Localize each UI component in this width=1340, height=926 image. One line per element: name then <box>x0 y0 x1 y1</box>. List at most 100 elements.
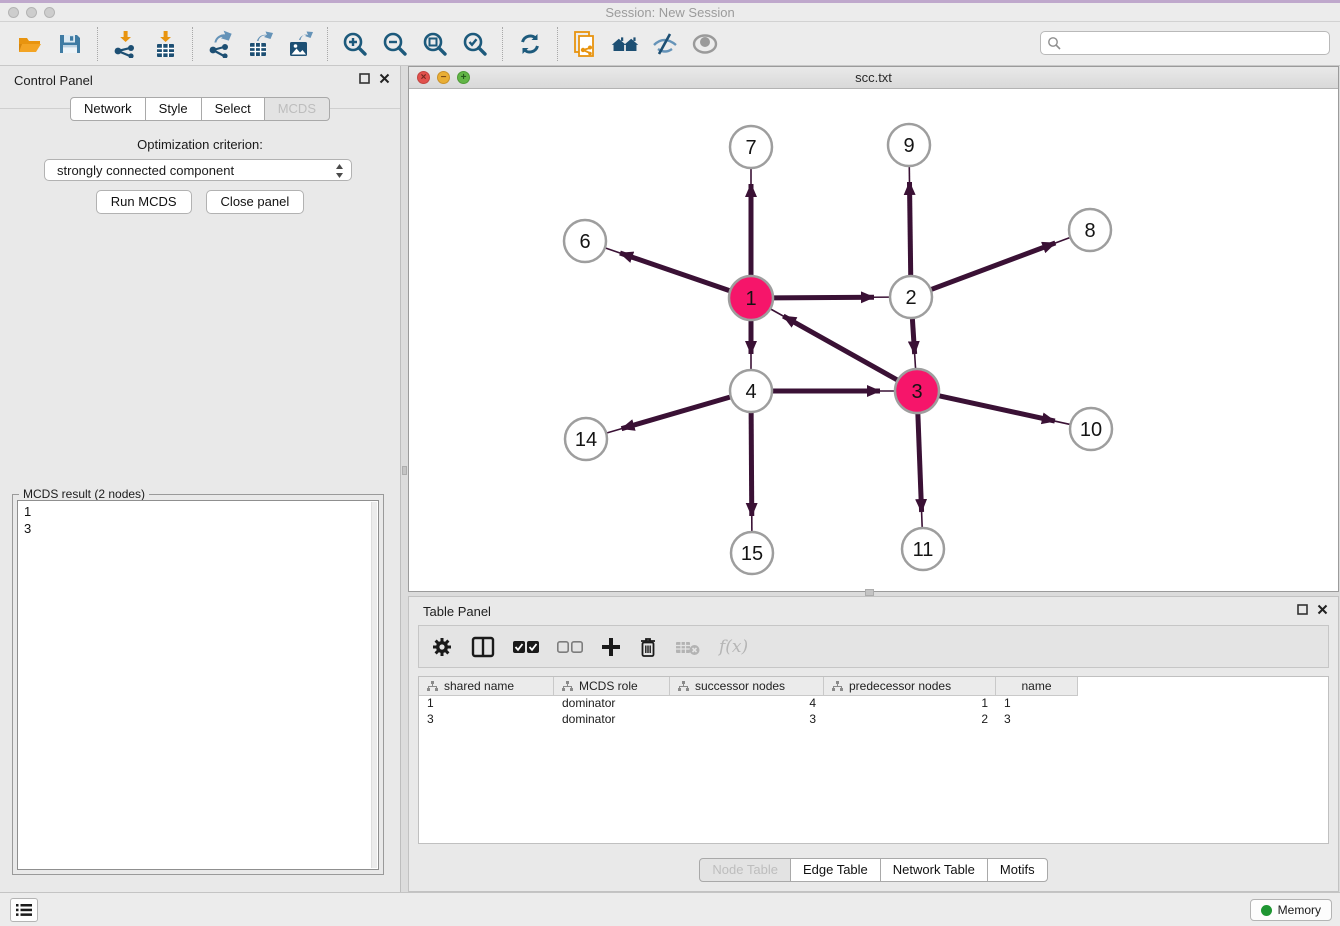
memory-button[interactable]: Memory <box>1250 899 1332 921</box>
graph-edge-2-3[interactable] <box>912 319 914 354</box>
new-network-from-file-icon[interactable] <box>570 29 600 59</box>
export-network-icon[interactable] <box>205 29 235 59</box>
tab-select[interactable]: Select <box>201 97 265 121</box>
table-cell[interactable]: 1 <box>824 696 996 712</box>
table-cell[interactable]: 4 <box>670 696 824 712</box>
tab-style[interactable]: Style <box>145 97 202 121</box>
delete-table-disabled-icon <box>675 638 701 656</box>
zoom-fit-icon[interactable] <box>420 29 450 59</box>
graph-edge-1-6[interactable] <box>620 253 730 291</box>
tab-motifs[interactable]: Motifs <box>987 858 1048 882</box>
splitter-handle[interactable] <box>402 466 407 475</box>
result-line: 3 <box>24 520 372 537</box>
list-icon <box>16 903 32 917</box>
refresh-view-icon[interactable] <box>515 29 545 59</box>
memory-status-icon <box>1261 905 1272 916</box>
table-row[interactable]: 3dominator323 <box>419 712 1328 728</box>
zoom-out-icon[interactable] <box>380 29 410 59</box>
column-tree-icon <box>427 681 438 692</box>
import-network-icon[interactable] <box>110 29 140 59</box>
add-column-icon[interactable] <box>601 637 621 657</box>
table-cell[interactable]: 2 <box>824 712 996 728</box>
table-cell[interactable]: 1 <box>996 696 1078 712</box>
column-header-MCDS-role[interactable]: MCDS role <box>554 677 670 696</box>
hide-panels-icon[interactable] <box>650 29 680 59</box>
zoom-selected-icon[interactable] <box>460 29 490 59</box>
column-header-label: MCDS role <box>579 679 638 693</box>
network-graph[interactable]: 7968124314101511 <box>409 89 1338 591</box>
save-session-icon[interactable] <box>55 29 85 59</box>
open-session-icon[interactable] <box>15 29 45 59</box>
tab-node-table[interactable]: Node Table <box>699 858 791 882</box>
run-mcds-button[interactable]: Run MCDS <box>96 190 192 214</box>
criterion-value: strongly connected component <box>57 163 234 178</box>
vertical-splitter[interactable] <box>401 66 408 892</box>
table-cell[interactable]: dominator <box>554 712 670 728</box>
graph-edge-2-9[interactable] <box>909 182 910 275</box>
float-panel-icon[interactable] <box>359 73 370 84</box>
export-table-icon[interactable] <box>245 29 275 59</box>
graph-edge-3-10[interactable] <box>938 396 1054 421</box>
mcds-result-lines: 13 <box>18 501 378 539</box>
table-cell[interactable]: 3 <box>419 712 554 728</box>
delete-column-icon[interactable] <box>639 636 657 658</box>
column-header-name[interactable]: name <box>996 677 1078 696</box>
splitter-handle[interactable] <box>865 589 874 596</box>
result-line: 1 <box>24 503 372 520</box>
column-header-successor-nodes[interactable]: successor nodes <box>670 677 824 696</box>
settings-gear-icon[interactable] <box>431 636 453 658</box>
column-header-shared-name[interactable]: shared name <box>419 677 554 696</box>
close-panel-icon[interactable] <box>379 73 390 84</box>
toolbar-separator <box>192 27 193 61</box>
table-toolbar: f(x) <box>418 625 1329 668</box>
tab-edge-table[interactable]: Edge Table <box>790 858 881 882</box>
show-panels-icon[interactable] <box>690 29 720 59</box>
table-cell[interactable]: dominator <box>554 696 670 712</box>
result-scrollbar[interactable] <box>371 502 377 868</box>
mcds-result-textarea[interactable]: 13 <box>17 500 379 870</box>
mcds-result-title: MCDS result (2 nodes) <box>19 487 149 501</box>
network-canvas[interactable]: 7968124314101511 <box>409 89 1338 591</box>
network-window-titlebar[interactable]: × − + scc.txt <box>409 67 1338 89</box>
column-header-label: name <box>1021 679 1051 693</box>
tab-network[interactable]: Network <box>70 97 146 121</box>
float-panel-icon[interactable] <box>1297 604 1308 615</box>
tab-network-table[interactable]: Network Table <box>880 858 988 882</box>
graph-edge-4-14[interactable] <box>622 397 730 429</box>
graph-node-label: 2 <box>905 287 916 309</box>
table-cell[interactable]: 3 <box>670 712 824 728</box>
search-field[interactable] <box>1040 31 1330 55</box>
import-table-icon[interactable] <box>150 29 180 59</box>
table-cell[interactable]: 3 <box>996 712 1078 728</box>
window-titlebar: Session: New Session <box>0 0 1340 22</box>
graph-edge-3-1[interactable] <box>783 316 898 380</box>
graph-edge-2-8[interactable] <box>932 243 1056 289</box>
graph-edge-4-15[interactable] <box>751 413 752 516</box>
close-panel-icon[interactable] <box>1317 604 1328 615</box>
graph-node-label: 4 <box>745 381 756 403</box>
control-panel: Control Panel NetworkStyleSelectMCDS Opt… <box>0 66 401 892</box>
table-header-row: shared name MCDS role successor nodesprede… <box>419 677 1328 696</box>
status-bar: Memory <box>0 892 1340 926</box>
tab-mcds[interactable]: MCDS <box>264 97 330 121</box>
node-table: shared name MCDS role successor nodesprede… <box>418 676 1329 844</box>
table-cell[interactable]: 1 <box>419 696 554 712</box>
split-view-icon[interactable] <box>471 636 495 658</box>
task-history-button[interactable] <box>10 898 38 922</box>
select-all-checkboxes-icon[interactable] <box>513 640 539 654</box>
close-panel-button[interactable]: Close panel <box>206 190 305 214</box>
table-row[interactable]: 1dominator411 <box>419 696 1328 712</box>
home-layouts-icon[interactable] <box>610 29 640 59</box>
graph-node-label: 7 <box>745 137 756 159</box>
graph-edge-1-2[interactable] <box>773 297 874 298</box>
column-header-predecessor-nodes[interactable]: predecessor nodes <box>824 677 996 696</box>
graph-node-label: 8 <box>1084 220 1095 242</box>
graph-edge-3-11[interactable] <box>918 413 922 512</box>
toolbar-separator <box>97 27 98 61</box>
search-input[interactable] <box>1061 36 1323 50</box>
criterion-dropdown[interactable]: strongly connected component <box>44 159 352 181</box>
zoom-in-icon[interactable] <box>340 29 370 59</box>
deselect-all-checkboxes-icon[interactable] <box>557 640 583 654</box>
export-image-icon[interactable] <box>285 29 315 59</box>
graph-node-label: 11 <box>913 539 934 561</box>
